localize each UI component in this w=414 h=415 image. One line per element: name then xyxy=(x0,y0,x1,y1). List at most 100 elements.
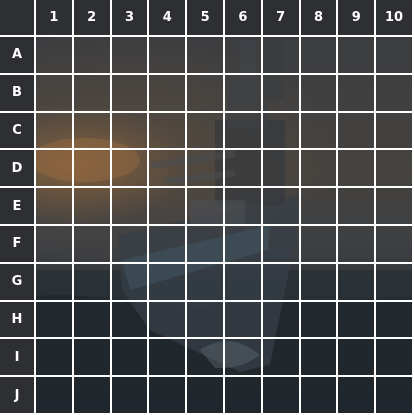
grid-cell[interactable] xyxy=(73,339,112,378)
grid-cell[interactable] xyxy=(300,339,339,378)
grid-cell[interactable] xyxy=(376,150,414,189)
grid-cell[interactable] xyxy=(262,377,301,415)
grid-cell[interactable] xyxy=(224,112,263,151)
grid-cell[interactable] xyxy=(376,301,414,340)
grid-cell[interactable] xyxy=(149,74,188,113)
grid-cell[interactable] xyxy=(149,150,188,189)
grid-cell[interactable] xyxy=(300,37,339,75)
grid-cell[interactable] xyxy=(36,301,74,340)
grid-cell[interactable] xyxy=(376,263,414,302)
grid-cell[interactable] xyxy=(111,150,150,189)
grid-cell[interactable] xyxy=(300,112,339,151)
grid-cell[interactable] xyxy=(149,301,188,340)
grid-cell[interactable] xyxy=(73,263,112,302)
grid-cell[interactable] xyxy=(111,301,150,340)
grid-cell[interactable] xyxy=(73,301,112,340)
grid-cell[interactable] xyxy=(73,112,112,151)
grid-cell[interactable] xyxy=(262,225,301,264)
grid-cell[interactable] xyxy=(376,74,414,113)
grid-cell[interactable] xyxy=(36,150,74,189)
grid-cell[interactable] xyxy=(300,74,339,113)
grid-cell[interactable] xyxy=(300,150,339,189)
grid-cell[interactable] xyxy=(338,301,377,340)
grid-cell[interactable] xyxy=(338,150,377,189)
grid-cell[interactable] xyxy=(224,37,263,75)
grid-cell[interactable] xyxy=(262,150,301,189)
grid-cell[interactable] xyxy=(149,188,188,226)
grid-cell[interactable] xyxy=(187,301,225,340)
grid-cell[interactable] xyxy=(224,188,263,226)
grid-cell[interactable] xyxy=(338,225,377,264)
grid-cell[interactable] xyxy=(338,339,377,378)
grid-cell[interactable] xyxy=(111,339,150,378)
grid-cell[interactable] xyxy=(338,74,377,113)
grid-cell[interactable] xyxy=(376,225,414,264)
grid-cell[interactable] xyxy=(149,112,188,151)
grid-cell[interactable] xyxy=(111,74,150,113)
grid-cell[interactable] xyxy=(36,225,74,264)
grid-cell[interactable] xyxy=(73,37,112,75)
grid-cell[interactable] xyxy=(338,37,377,75)
grid-cell[interactable] xyxy=(300,263,339,302)
grid-cell[interactable] xyxy=(36,188,74,226)
grid-cell[interactable] xyxy=(187,74,225,113)
grid-cell[interactable] xyxy=(338,112,377,151)
grid-cell[interactable] xyxy=(73,188,112,226)
grid-cell[interactable] xyxy=(262,339,301,378)
grid-cell[interactable] xyxy=(111,188,150,226)
grid-cell[interactable] xyxy=(149,37,188,75)
grid-cell[interactable] xyxy=(36,37,74,75)
grid-cell[interactable] xyxy=(300,225,339,264)
grid-cell[interactable] xyxy=(262,37,301,75)
grid-cell[interactable] xyxy=(36,377,74,415)
grid-cell[interactable] xyxy=(338,188,377,226)
grid-cell[interactable] xyxy=(376,112,414,151)
grid-cell[interactable] xyxy=(224,150,263,189)
grid-cell[interactable] xyxy=(262,263,301,302)
grid-cell[interactable] xyxy=(36,112,74,151)
grid-cell[interactable] xyxy=(36,74,74,113)
grid-cell[interactable] xyxy=(262,74,301,113)
grid-cell[interactable] xyxy=(300,188,339,226)
grid-cell[interactable] xyxy=(300,377,339,415)
grid-cell[interactable] xyxy=(376,188,414,226)
grid-cell[interactable] xyxy=(187,225,225,264)
grid-cell[interactable] xyxy=(149,225,188,264)
grid-cell[interactable] xyxy=(73,225,112,264)
grid-cell[interactable] xyxy=(187,150,225,189)
grid-cell[interactable] xyxy=(36,263,74,302)
grid-cell[interactable] xyxy=(111,263,150,302)
grid-cell[interactable] xyxy=(111,112,150,151)
grid-cell[interactable] xyxy=(187,263,225,302)
grid-cell[interactable] xyxy=(111,37,150,75)
grid-cell[interactable] xyxy=(73,74,112,113)
grid-cell[interactable] xyxy=(187,339,225,378)
grid-cell[interactable] xyxy=(36,339,74,378)
grid-cell[interactable] xyxy=(187,188,225,226)
grid-cell[interactable] xyxy=(338,263,377,302)
grid-cell[interactable] xyxy=(376,37,414,75)
grid-cell[interactable] xyxy=(149,263,188,302)
grid-cell[interactable] xyxy=(73,377,112,415)
grid-cell[interactable] xyxy=(224,339,263,378)
grid-cell[interactable] xyxy=(187,377,225,415)
grid-cell[interactable] xyxy=(149,339,188,378)
grid-cell[interactable] xyxy=(262,301,301,340)
grid-cell[interactable] xyxy=(300,301,339,340)
grid-cell[interactable] xyxy=(262,188,301,226)
grid-cell[interactable] xyxy=(376,339,414,378)
grid-cell[interactable] xyxy=(149,377,188,415)
grid-cell[interactable] xyxy=(187,37,225,75)
grid-cell[interactable] xyxy=(111,377,150,415)
grid-cell[interactable] xyxy=(187,112,225,151)
grid-cell[interactable] xyxy=(224,263,263,302)
grid-cell[interactable] xyxy=(224,74,263,113)
grid-cell[interactable] xyxy=(224,225,263,264)
grid-cell[interactable] xyxy=(111,225,150,264)
grid-cell[interactable] xyxy=(262,112,301,151)
grid-cell[interactable] xyxy=(73,150,112,189)
grid-cell[interactable] xyxy=(376,377,414,415)
grid-cell[interactable] xyxy=(338,377,377,415)
grid-cell[interactable] xyxy=(224,301,263,340)
grid-cell[interactable] xyxy=(224,377,263,415)
